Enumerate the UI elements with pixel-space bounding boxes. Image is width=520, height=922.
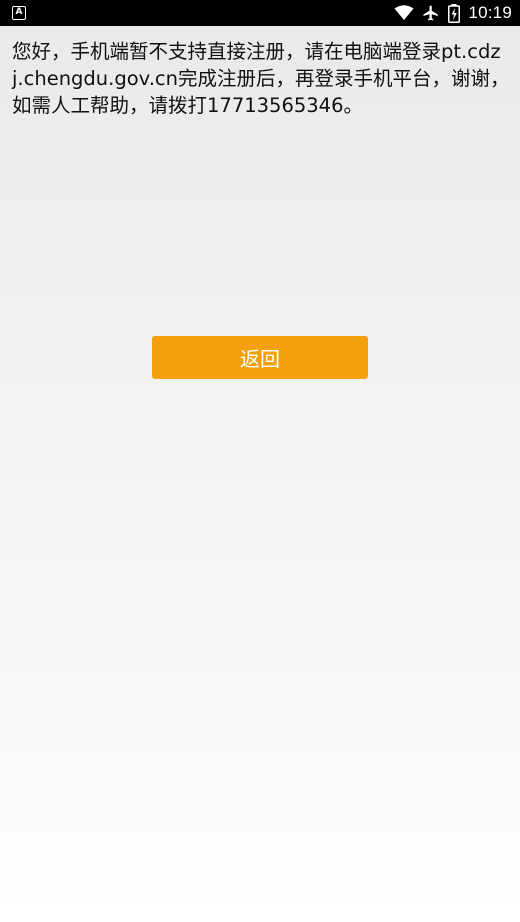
battery-icon: [448, 3, 461, 23]
status-time: 10:19: [468, 3, 512, 22]
status-icons: 10:19: [394, 0, 512, 26]
back-button[interactable]: 返回: [152, 336, 368, 379]
airplane-mode-icon: [423, 5, 439, 21]
notification-app-icon: A: [12, 6, 26, 20]
registration-notice-text: 您好，手机端暂不支持直接注册，请在电脑端登录pt.cdzj.chengdu.go…: [12, 40, 510, 117]
wifi-icon: [394, 5, 414, 20]
status-bar: A 10:19: [0, 0, 520, 26]
